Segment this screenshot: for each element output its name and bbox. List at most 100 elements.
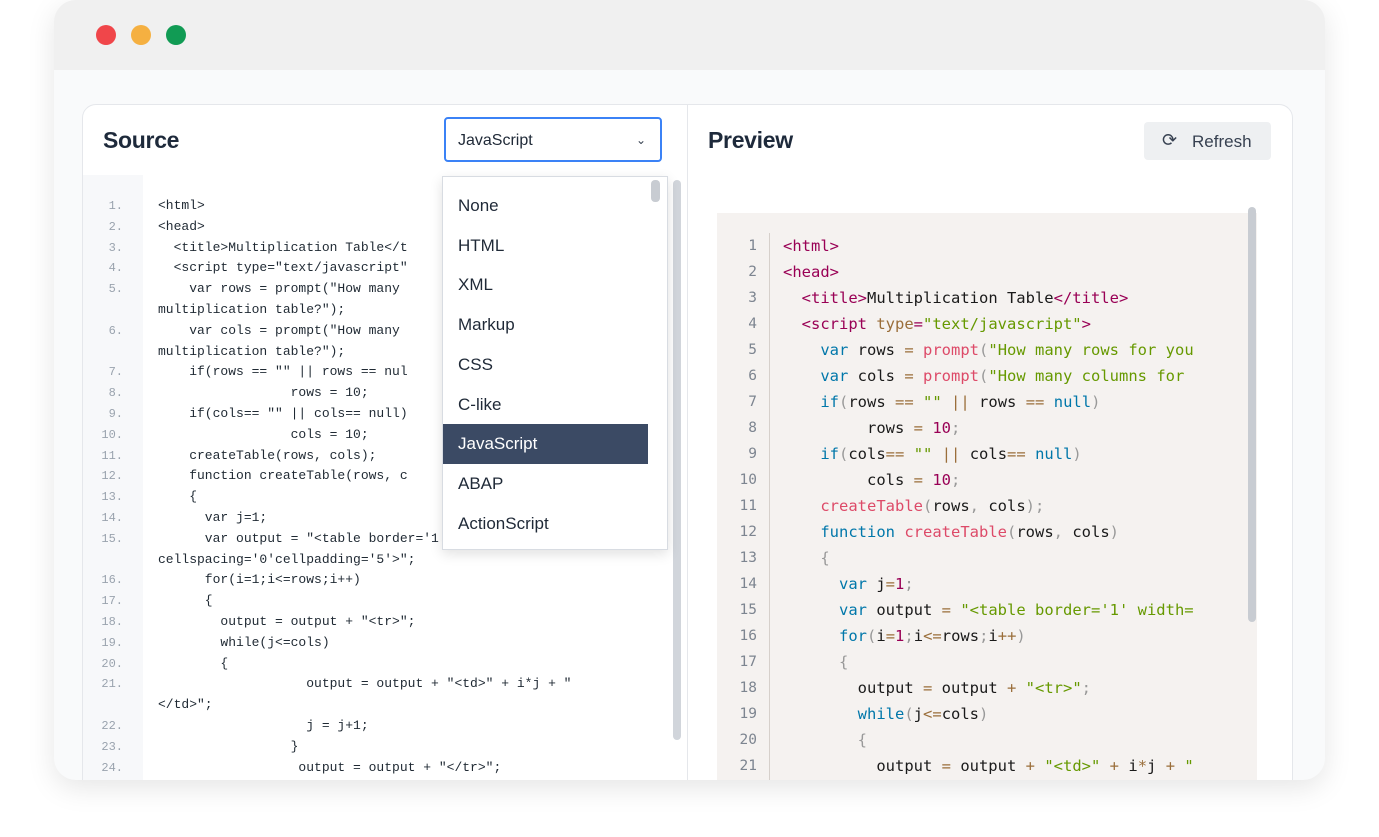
source-code-line: cols = 10;: [158, 426, 369, 442]
preview-line-number: 21: [739, 758, 757, 774]
preview-line-number: 17: [739, 654, 757, 670]
source-code-line: rows = 10;: [158, 385, 369, 401]
minimize-window-button[interactable]: [131, 25, 151, 45]
preview-code-line: <html>: [783, 237, 839, 255]
refresh-button[interactable]: ⟳ Refresh: [1144, 122, 1271, 160]
preview-line-number: 16: [739, 628, 757, 644]
source-line-number: 5.: [108, 282, 123, 297]
dropdown-option[interactable]: ABAP: [443, 464, 648, 504]
preview-line-number: 4: [748, 316, 757, 332]
preview-line-number: 9: [748, 446, 757, 462]
preview-code-line: {: [857, 731, 867, 749]
source-scrollbar[interactable]: [673, 180, 681, 740]
dropdown-option[interactable]: None: [443, 186, 648, 226]
source-code-line: multiplication table?");: [158, 302, 346, 317]
dropdown-option[interactable]: ActionScript: [443, 504, 648, 544]
source-line-number: 21.: [101, 677, 123, 692]
preview-code-line: {: [820, 549, 830, 567]
preview-line-number: 8: [748, 420, 757, 436]
preview-line-number: 20: [739, 732, 757, 748]
preview-line-number: 5: [748, 342, 757, 358]
preview-code-line: function createTable(rows, cols): [820, 523, 1120, 541]
preview-line-number: 3: [748, 290, 757, 306]
refresh-label: Refresh: [1192, 132, 1252, 151]
source-line-number: 8.: [108, 386, 123, 401]
source-code-line: output = output + "</tr>";: [158, 759, 502, 775]
source-code-line: {: [158, 489, 198, 505]
dropdown-option[interactable]: XML: [443, 265, 648, 305]
preview-code-line: {: [839, 653, 849, 671]
source-code-line: cellspacing='0'cellpadding='5'>";: [158, 551, 416, 567]
source-code-line: if(rows == "" || rows == nul: [158, 364, 408, 380]
preview-line-number: 19: [739, 706, 757, 722]
preview-code-line: var j=1;: [839, 575, 914, 593]
preview-line-number: 7: [748, 394, 757, 410]
preview-code-line: var rows = prompt("How many rows for you: [820, 341, 1194, 359]
source-line-number: 15.: [101, 531, 123, 546]
chevron-down-icon: ⌄: [635, 133, 646, 147]
dropdown-option[interactable]: CSS: [443, 345, 648, 385]
source-code-line: var rows = prompt("How many: [158, 281, 400, 297]
preview-code-line: output = output + "<td>" + i*j + ": [783, 757, 1194, 775]
preview-code-line: var output = "<table border='1' width=: [839, 601, 1194, 619]
source-code-line: var j=1;: [158, 510, 268, 525]
preview-code-block: 1 <html> 2 <head> 3 <title>Multiplication Ta…: [717, 213, 1257, 780]
preview-code-line: output = output + "<tr>";: [783, 679, 1092, 697]
preview-code-line: rows = 10;: [783, 419, 961, 437]
source-code-line: for(i=1;i<=rows;i++): [158, 572, 361, 588]
source-line-number: 24.: [101, 760, 123, 775]
source-line-number: 11.: [101, 448, 123, 463]
source-code-line: {: [158, 593, 213, 609]
source-line-number: 14.: [101, 511, 123, 525]
preview-line-number: 1: [748, 238, 757, 254]
source-code-line: <html>: [158, 198, 205, 213]
source-code-line: j = j+1;: [158, 718, 369, 733]
source-code-line: <title>Multiplication Table</t: [158, 239, 408, 255]
dropdown-option[interactable]: C-like: [443, 385, 648, 425]
source-code-line: {: [158, 655, 229, 671]
source-line-number: 1.: [108, 199, 123, 213]
preview-code-line: if(rows == "" || rows == null): [820, 393, 1101, 411]
source-line-number: 12.: [101, 469, 123, 484]
source-code-line: <head>: [158, 218, 205, 234]
preview-code-line: <script type="text/javascript">: [801, 315, 1091, 333]
preview-line-number: 2: [748, 264, 757, 280]
source-line-number: 16.: [101, 573, 123, 588]
source-code-line: createTable(rows, cols);: [158, 447, 377, 463]
source-line-number: 6.: [108, 323, 123, 338]
preview-line-number: 12: [739, 524, 757, 540]
dropdown-option[interactable]: HTML: [443, 226, 648, 266]
dropdown-option[interactable]: Markup: [443, 305, 648, 345]
editor-panel: Source JavaScript ⌄ 1. <html> 2. <head> 3. <…: [82, 104, 1293, 780]
preview-line-number: 15: [739, 602, 757, 618]
preview-title: Preview: [708, 127, 793, 153]
preview-code-line: <title>Multiplication Table</title>: [801, 289, 1129, 307]
preview-line-number: 13: [739, 550, 757, 566]
app-window: Source JavaScript ⌄ 1. <html> 2. <head> 3. <…: [54, 0, 1325, 780]
source-code-line: if(cols== "" || cols== null): [158, 406, 408, 421]
dropdown-option[interactable]: JavaScript: [443, 424, 648, 465]
source-code-line: function createTable(rows, c: [158, 468, 408, 484]
source-line-number: 7.: [108, 365, 123, 380]
language-select[interactable]: JavaScript ⌄: [444, 117, 662, 162]
source-line-number: 22.: [101, 719, 123, 733]
preview-code-line: cols = 10;: [783, 471, 961, 489]
close-window-button[interactable]: [96, 25, 116, 45]
source-line-number: 20.: [101, 656, 123, 671]
maximize-window-button[interactable]: [166, 25, 186, 45]
preview-scrollbar[interactable]: [1248, 207, 1256, 622]
source-code-line: multiplication table?");: [158, 343, 346, 359]
source-code-line: <script type="text/javascript": [158, 260, 408, 276]
preview-code-line: createTable(rows, cols);: [820, 497, 1045, 515]
preview-line-number: 18: [739, 680, 757, 696]
title-bar: [54, 0, 1325, 70]
source-line-number: 18.: [101, 615, 123, 629]
preview-line-number: 10: [739, 472, 757, 488]
source-line-number: 19.: [101, 635, 123, 650]
source-line-number: 3.: [108, 240, 123, 255]
language-select-value: JavaScript: [458, 132, 533, 149]
source-code-line: output = output + "<tr>";: [158, 614, 416, 629]
source-line-number: 4.: [108, 261, 123, 276]
dropdown-scrollbar[interactable]: [651, 180, 660, 202]
source-line-number: 9.: [108, 407, 123, 421]
